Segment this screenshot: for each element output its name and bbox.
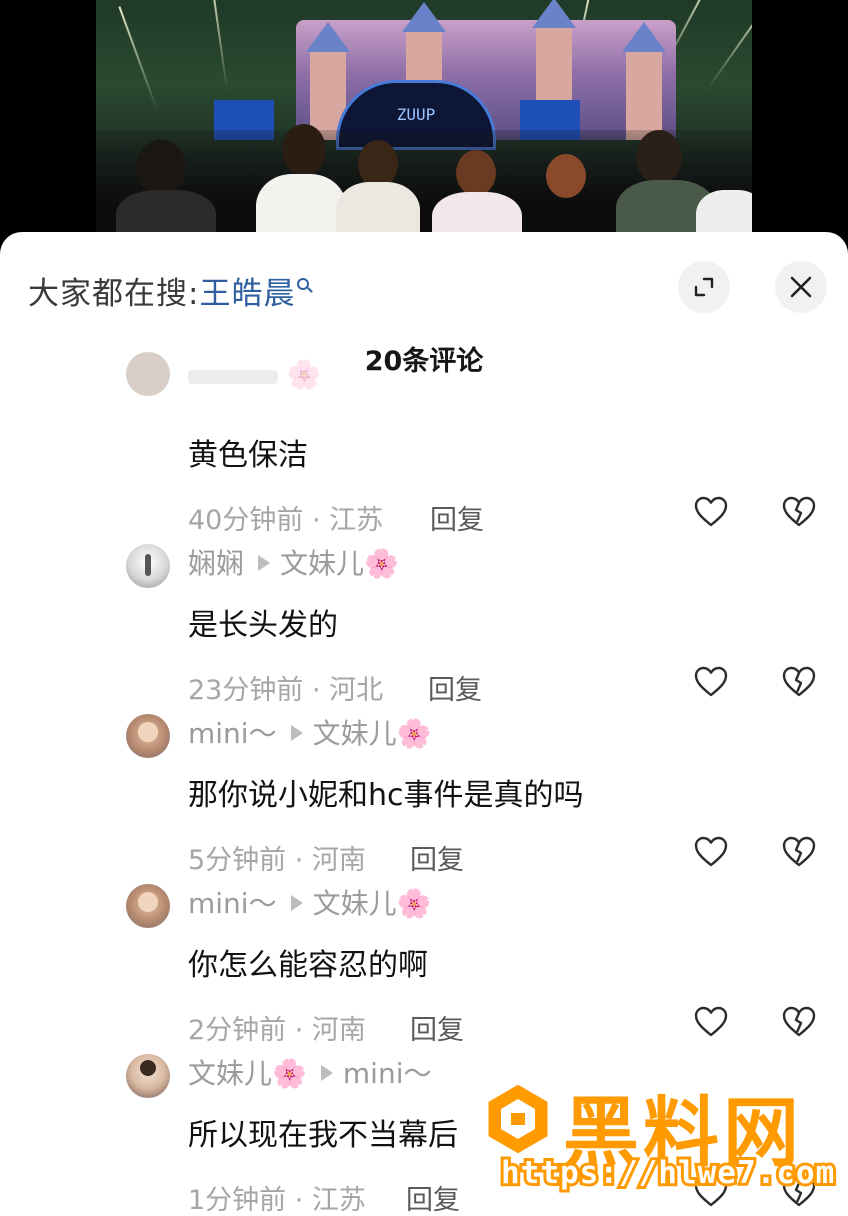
broken-heart-icon[interactable] [781,1174,817,1210]
reply-button[interactable]: 回复 [406,1178,460,1216]
crowd [96,124,752,240]
comment-text: 那你说小妮和hc事件是真的吗 [188,778,584,813]
expand-icon [694,277,714,297]
heart-icon[interactable] [693,1004,729,1040]
video-player[interactable]: ZUUP [0,0,848,250]
comment-text: 你怎么能容忍的啊 [188,948,428,983]
comment-author[interactable]: mini～ [188,717,277,750]
broken-heart-icon[interactable] [781,1004,817,1040]
heart-icon[interactable] [693,664,729,700]
broken-heart-icon[interactable] [781,664,817,700]
reply-target[interactable]: mini～ [343,1057,432,1090]
broken-heart-icon[interactable] [781,494,817,530]
broken-heart-icon[interactable] [781,834,817,870]
close-button[interactable] [775,261,827,313]
comment-meta: 40分钟前 · 江苏 [188,505,384,536]
close-icon [790,276,812,298]
avatar[interactable] [126,1054,170,1098]
flower-emoji: 🌸 [396,887,432,920]
comment-item: 🌸 黄色保洁 40分钟前 · 江苏 回复 [0,352,848,542]
video-frame: ZUUP [96,0,752,240]
comment-item: mini～ 文妹儿🌸 你怎么能容忍的啊 2分钟前 · 河南 回复 [0,882,848,1052]
comment-text: 黄色保洁 [188,438,308,473]
comment-text: 所以现在我不当幕后 [188,1118,458,1153]
comment-sheet: 大家都在搜:王皓晨 20条评论 🌸 黄色保洁 40分钟前 · 江苏 回复 娴娴 … [0,232,848,1216]
comment-item: mini～ 文妹儿🌸 那你说小妮和hc事件是真的吗 5分钟前 · 河南 回复 [0,712,848,882]
comment-item: 娴娴 文妹儿🌸 是长头发的 23分钟前 · 河北 回复 [0,542,848,712]
avatar[interactable] [126,352,170,396]
reply-arrow-icon [290,895,303,911]
comment-text: 是长头发的 [188,608,338,643]
comment-author-partial: 🌸 [188,358,322,391]
expand-button[interactable] [678,261,730,313]
comment-meta: 23分钟前 · 河北 [188,675,384,706]
comment-meta: 5分钟前 · 河南 [188,845,366,876]
stage-screen-text: ZUUP [396,105,436,124]
comment-author-row: mini～ 文妹儿🌸 [188,882,431,922]
comment-author-row: 文妹儿🌸 mini～ [188,1052,431,1092]
avatar[interactable] [126,884,170,928]
flower-emoji: 🌸 [364,547,399,580]
comment-author[interactable]: 文妹儿 [188,1057,272,1090]
comment-author[interactable]: 娴娴 [188,547,244,580]
flower-emoji: 🌸 [272,1057,307,1090]
reply-target[interactable]: 文妹儿 [313,717,397,750]
reply-arrow-icon [258,555,271,571]
avatar[interactable] [126,544,170,588]
comment-meta: 2分钟前 · 河南 [188,1015,366,1046]
reply-arrow-icon [320,1065,333,1081]
comment-meta: 1分钟前 · 江苏 [188,1185,366,1216]
reply-button[interactable]: 回复 [410,838,464,877]
trending-search[interactable]: 大家都在搜:王皓晨 [28,268,310,313]
reply-button[interactable]: 回复 [430,498,484,537]
search-icon [297,278,310,290]
comment-author-row: mini～ 文妹儿🌸 [188,712,431,752]
reply-arrow-icon [290,725,303,741]
comment-author[interactable]: mini～ [188,887,277,920]
search-term[interactable]: 王皓晨 [199,276,295,312]
reply-button[interactable]: 回复 [410,1008,464,1047]
reply-target[interactable]: 文妹儿 [313,887,397,920]
avatar[interactable] [126,714,170,758]
heart-icon[interactable] [693,494,729,530]
comment-item: 文妹儿🌸 mini～ 所以现在我不当幕后 1分钟前 · 江苏 回复 [0,1052,848,1216]
flower-emoji: 🌸 [396,717,432,750]
reply-button[interactable]: 回复 [428,668,482,707]
heart-icon[interactable] [693,834,729,870]
search-prefix: 大家都在搜: [28,276,200,312]
reply-target[interactable]: 文妹儿 [280,547,364,580]
heart-icon[interactable] [693,1174,729,1210]
comment-author-row: 娴娴 文妹儿🌸 [188,542,399,582]
